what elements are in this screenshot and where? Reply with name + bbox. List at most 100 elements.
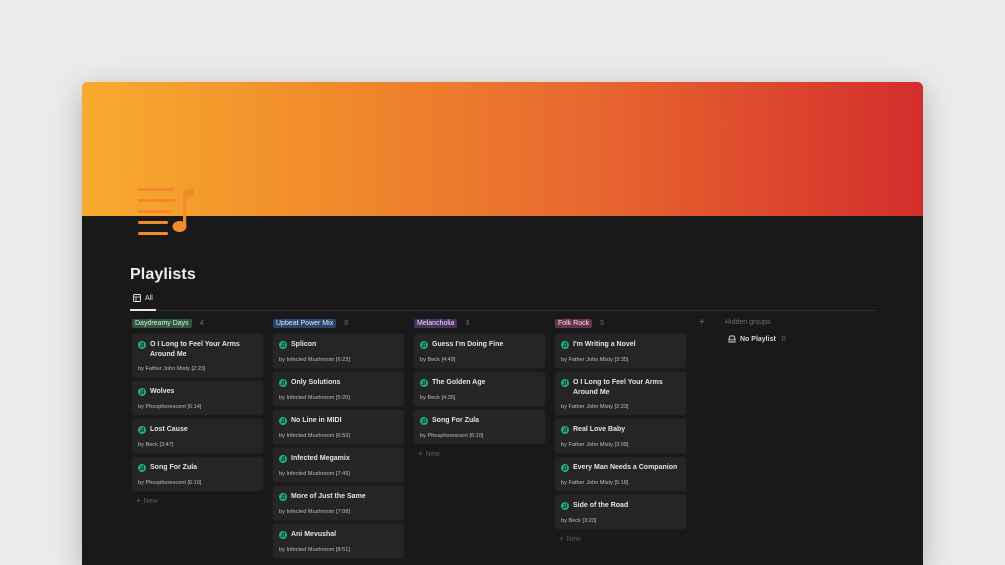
page-title: Playlists: [130, 266, 196, 283]
hidden-group-label: No Playlist: [740, 335, 776, 343]
music-note-icon: [561, 341, 569, 349]
card[interactable]: Real Love Baby by Father John Misty [3:0…: [555, 419, 686, 453]
card[interactable]: The Golden Age by Beck [4:35]: [414, 372, 545, 406]
group-tag: Folk Rock: [555, 319, 593, 328]
card-title: Every Man Needs a Companion: [573, 464, 678, 471]
board-column-folk-rock: Folk Rock 5 I'm Writing a Novel by Fathe…: [555, 317, 686, 545]
card[interactable]: Infected Megamix by Infected Mushroom [7…: [273, 448, 404, 482]
hidden-groups: Hidden groups No Playlist 0: [725, 317, 855, 345]
card-artist: by Beck [3:23]: [561, 518, 597, 524]
card[interactable]: Lost Cause by Beck [3:47]: [132, 419, 263, 453]
card-artist: by Father John Misty [2:23]: [138, 366, 206, 372]
card-artist: by Infected Mushroom [5:20]: [279, 395, 350, 401]
music-note-icon: [561, 502, 569, 510]
new-card-button[interactable]: + New: [414, 448, 545, 460]
music-note-icon: [420, 379, 428, 387]
card-title: Only Solutions: [291, 379, 341, 386]
card[interactable]: Splicon by Infected Mushroom [6:23]: [273, 334, 404, 368]
music-note-icon: [561, 464, 569, 472]
card-artist: by Infected Mushroom [6:59]: [279, 433, 350, 439]
music-note-icon: [279, 531, 287, 539]
card[interactable]: I'm Writing a Novel by Father John Misty…: [555, 334, 686, 368]
music-note-icon: [279, 417, 287, 425]
new-label: New: [425, 450, 440, 458]
card-artist: by Infected Mushroom [7:08]: [279, 509, 350, 515]
column-header[interactable]: Melancholia 3: [414, 317, 545, 330]
card-title: O I Long to Feel Your Arms Around Me: [573, 379, 663, 396]
card-artist: by Beck [4:49]: [420, 357, 456, 363]
group-count: 3: [465, 320, 470, 327]
card-title: Ani Mevushal: [291, 531, 337, 538]
card-artist: by Phosphorescent [6:14]: [138, 404, 202, 410]
tab-label: All: [145, 295, 153, 302]
music-note-icon: [279, 455, 287, 463]
card-title: Wolves: [150, 388, 175, 395]
new-label: New: [143, 497, 158, 505]
column-header[interactable]: Daydreamy Days 4: [132, 317, 263, 330]
page-cover[interactable]: [82, 82, 923, 216]
board-column-daydreamy-days: Daydreamy Days 4 O I Long to Feel Your A…: [132, 317, 263, 507]
add-group-button[interactable]: +: [699, 317, 705, 329]
music-note-icon: [420, 417, 428, 425]
card[interactable]: Ani Mevushal by Infected Mushroom [8:51]: [273, 524, 404, 558]
hidden-group-no-playlist[interactable]: No Playlist 0: [725, 333, 855, 345]
music-note-icon: [138, 426, 146, 434]
card[interactable]: O I Long to Feel Your Arms Around Me by …: [132, 334, 263, 377]
music-note-icon: [279, 493, 287, 501]
app-window: Playlists All Daydreamy Days 4 O I Long …: [82, 82, 923, 565]
card-artist: by Father John Misty [3:35]: [561, 357, 629, 363]
card-artist: by Father John Misty [3:09]: [561, 442, 629, 448]
card-title: Lost Cause: [150, 426, 188, 433]
card-title: The Golden Age: [432, 379, 486, 386]
new-card-button[interactable]: + New: [555, 533, 686, 545]
inbox-icon: [728, 335, 736, 343]
card-artist: by Father John Misty [2:23]: [561, 404, 629, 410]
group-tag: Melancholia: [414, 319, 458, 328]
card-title: I'm Writing a Novel: [573, 341, 636, 348]
view-tabs: All: [130, 292, 876, 311]
card[interactable]: Song For Zula by Phosphorescent [6:10]: [132, 457, 263, 491]
card[interactable]: O I Long to Feel Your Arms Around Me by …: [555, 372, 686, 415]
group-count: 8: [344, 320, 349, 327]
plus-icon: +: [136, 496, 141, 505]
music-note-icon: [420, 341, 428, 349]
card[interactable]: Wolves by Phosphorescent [6:14]: [132, 381, 263, 415]
card-title: Guess I'm Doing Fine: [432, 341, 504, 348]
card-artist: by Infected Mushroom [8:51]: [279, 547, 350, 553]
card-title: Song For Zula: [432, 417, 480, 424]
card[interactable]: Song For Zula by Phosphorescent [6:10]: [414, 410, 545, 444]
card-artist: by Beck [4:35]: [420, 395, 456, 401]
card-title: No Line in MIDI: [291, 417, 342, 424]
card-title: Side of the Road: [573, 502, 629, 509]
column-header[interactable]: Folk Rock 5: [555, 317, 686, 330]
card-artist: by Father John Misty [5:18]: [561, 480, 629, 486]
card-artist: by Beck [3:47]: [138, 442, 174, 448]
group-tag: Daydreamy Days: [132, 319, 192, 328]
column-header[interactable]: Upbeat Power Mix 8: [273, 317, 404, 330]
card[interactable]: No Line in MIDI by Infected Mushroom [6:…: [273, 410, 404, 444]
music-note-icon: [561, 379, 569, 387]
music-note-icon: [138, 464, 146, 472]
card[interactable]: Guess I'm Doing Fine by Beck [4:49]: [414, 334, 545, 368]
card-artist: by Infected Mushroom [7:49]: [279, 471, 350, 477]
plus-icon: +: [418, 449, 423, 458]
new-card-button[interactable]: + New: [132, 495, 263, 507]
board-column-upbeat-power-mix: Upbeat Power Mix 8 Splicon by Infected M…: [273, 317, 404, 562]
card[interactable]: Only Solutions by Infected Mushroom [5:2…: [273, 372, 404, 406]
card[interactable]: Every Man Needs a Companion by Father Jo…: [555, 457, 686, 491]
music-note-icon: [138, 388, 146, 396]
hidden-group-count: 0: [781, 335, 786, 343]
music-note-icon: [561, 426, 569, 434]
music-note-icon: [279, 379, 287, 387]
board-column-melancholia: Melancholia 3 Guess I'm Doing Fine by Be…: [414, 317, 545, 460]
music-list-icon[interactable]: [136, 188, 200, 238]
card-title: Infected Megamix: [291, 455, 350, 462]
tab-all[interactable]: All: [130, 292, 156, 311]
card-title: Real Love Baby: [573, 426, 626, 433]
card[interactable]: Side of the Road by Beck [3:23]: [555, 495, 686, 529]
group-tag: Upbeat Power Mix: [273, 319, 337, 328]
card-artist: by Infected Mushroom [6:23]: [279, 357, 350, 363]
card[interactable]: More of Just the Same by Infected Mushro…: [273, 486, 404, 520]
music-note-icon: [279, 341, 287, 349]
new-label: New: [566, 535, 581, 543]
